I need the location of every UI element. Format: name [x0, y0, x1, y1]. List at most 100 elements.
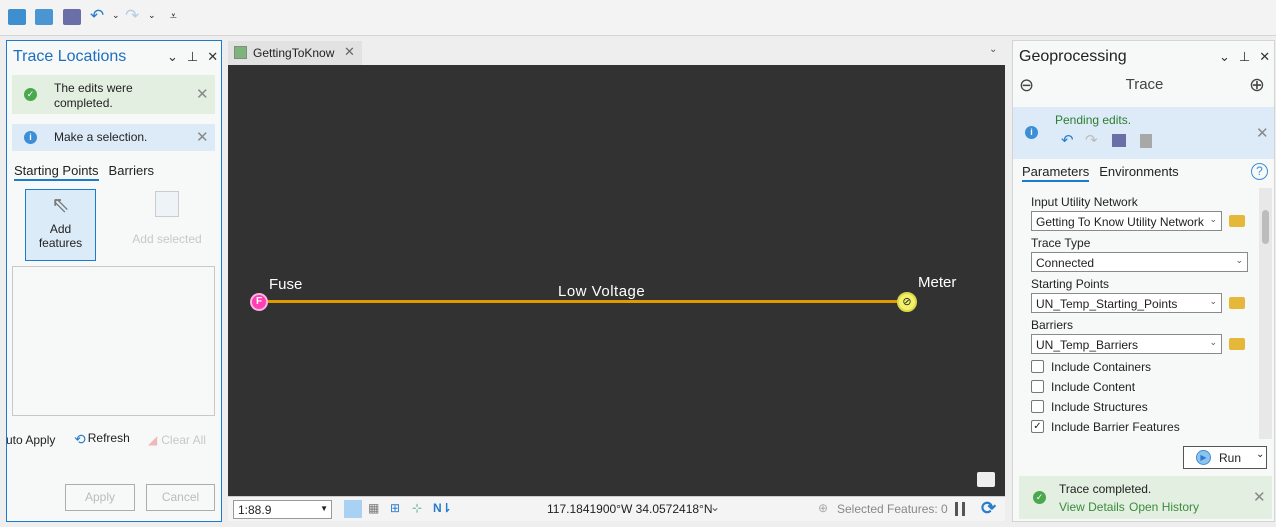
help-icon[interactable]: ? [1251, 163, 1268, 180]
constraints-icon[interactable]: ⊞ [390, 501, 400, 515]
info-icon: i [1025, 126, 1038, 139]
close-icon[interactable]: ✕ [1253, 488, 1266, 506]
message-text: Pending edits. [1055, 113, 1132, 127]
select-value: UN_Temp_Starting_Points [1036, 297, 1178, 311]
close-icon[interactable]: ✕ [344, 44, 355, 60]
pane-title: Geoprocessing [1019, 48, 1127, 65]
add-selected-button[interactable]: Add selected [127, 191, 207, 246]
redo-icon[interactable]: ↷ [1085, 131, 1098, 149]
chevron-down-icon[interactable]: ⌄ [1219, 49, 1230, 65]
view-details-link[interactable]: View Details [1059, 500, 1125, 514]
folder-icon[interactable] [1229, 215, 1245, 227]
open-history-link[interactable]: Open History [1129, 500, 1199, 514]
save-project-icon[interactable] [63, 9, 81, 25]
run-button[interactable]: ▶ Run ⌄ [1183, 446, 1267, 469]
discard-edits-icon[interactable] [1140, 134, 1152, 148]
open-project-icon[interactable] [35, 9, 53, 25]
include-barrier-features-checkbox[interactable]: ✓ [1031, 420, 1044, 433]
message-text: The edits were [54, 81, 133, 95]
quick-access-toolbar: ↶ ⌄ ↷ ⌄ ⩡ [0, 0, 1276, 36]
pin-icon[interactable]: ⊥ [187, 49, 198, 65]
tab-label: GettingToKnow [253, 46, 335, 60]
chevron-down-icon[interactable]: ⌄ [167, 49, 178, 65]
close-icon[interactable]: ✕ [207, 49, 218, 65]
apply-button[interactable]: Apply [65, 484, 135, 511]
save-edits-icon[interactable] [1112, 134, 1126, 147]
add-features-button[interactable]: ⇖ Add features [25, 189, 96, 261]
geoprocessing-pane: Geoprocessing ⌄ ⊥ ✕ ⊖ Trace ⊕ i Pending ed… [1012, 40, 1275, 522]
customize-icon[interactable]: ⩡ [170, 9, 177, 24]
snapping-icon[interactable] [344, 500, 362, 518]
message-text: completed. [54, 96, 113, 110]
tab-barriers[interactable]: Barriers [109, 163, 155, 181]
clear-all-button[interactable]: ◢ Clear All [148, 433, 206, 447]
pending-edits-message: i Pending edits. ↶ ↷ ✕ [1013, 107, 1274, 159]
refresh-button[interactable]: ⟲ Refresh [74, 431, 130, 448]
add-icon[interactable]: ⊕ [1249, 74, 1265, 97]
close-icon[interactable]: ✕ [1259, 49, 1270, 65]
checkbox-label: Include Structures [1051, 400, 1148, 414]
tab-parameters[interactable]: Parameters [1022, 164, 1090, 182]
auto-apply-toggle[interactable]: Auto Apply [7, 433, 55, 447]
scale-value: 1:88.9 [238, 503, 272, 517]
input-utility-network-select[interactable]: Getting To Know Utility Network ⌄ [1031, 211, 1222, 231]
check-circle-icon: ✓ [1033, 491, 1046, 504]
meter-icon[interactable]: ⊘ [897, 292, 917, 312]
select-value: Getting To Know Utility Network [1036, 215, 1204, 229]
pause-icon[interactable] [955, 502, 965, 516]
pane-controls: ⌄ ⊥ ✕ [1219, 49, 1270, 65]
trace-type-select[interactable]: Connected ⌄ [1031, 252, 1248, 272]
field-label: Starting Points [1031, 277, 1110, 291]
scrollbar[interactable] [1259, 188, 1272, 439]
undo-dropdown-icon[interactable]: ⌄ [112, 10, 120, 21]
correction-icon[interactable]: ⊹ [412, 501, 422, 515]
grid-icon[interactable]: ▦ [368, 501, 379, 515]
pane-title: Trace Locations [13, 48, 127, 65]
redo-icon[interactable]: ↷ [125, 6, 139, 26]
button-label: Run [1219, 451, 1242, 465]
refresh-icon: ⟲ [74, 431, 86, 447]
map-tab[interactable]: GettingToKnow ✕ [228, 41, 362, 65]
undo-icon[interactable]: ↶ [90, 6, 104, 26]
pin-icon[interactable]: ⊥ [1239, 49, 1250, 65]
button-label: Add [49, 222, 72, 236]
success-message: ✓ The edits were completed. ✕ [12, 75, 215, 114]
tab-environments[interactable]: Environments [1099, 164, 1178, 182]
starting-points-select[interactable]: UN_Temp_Starting_Points ⌄ [1031, 293, 1222, 313]
trace-completed-message: ✓ Trace completed. View Details Open His… [1019, 476, 1272, 519]
starting-points-list[interactable] [12, 266, 215, 416]
folder-icon[interactable] [1229, 297, 1245, 309]
scrollbar-thumb[interactable] [1262, 210, 1269, 244]
select-value: Connected [1036, 256, 1095, 270]
undo-icon[interactable]: ↶ [1061, 131, 1074, 149]
chevron-down-icon[interactable]: ⌄ [989, 44, 997, 55]
new-project-icon[interactable] [8, 9, 26, 25]
close-icon[interactable]: ✕ [1256, 124, 1269, 142]
low-voltage-line[interactable] [259, 300, 909, 303]
refresh-icon[interactable]: ⟳ [981, 498, 996, 519]
folder-icon[interactable] [1229, 338, 1245, 350]
trace-locations-pane: Trace Locations ⌄ ⊥ ✕ ✓ The edits were com… [6, 40, 222, 522]
barriers-select[interactable]: UN_Temp_Barriers ⌄ [1031, 334, 1222, 354]
fuse-symbol[interactable]: F [250, 293, 268, 311]
close-icon[interactable]: ✕ [196, 85, 209, 103]
line-label: Low Voltage [558, 283, 646, 300]
tab-starting-points[interactable]: Starting Points [14, 163, 99, 181]
include-structures-checkbox[interactable] [1031, 400, 1044, 413]
map-view[interactable]: F Fuse Low Voltage ⊘ Meter [228, 65, 1005, 496]
include-containers-checkbox[interactable] [1031, 360, 1044, 373]
message-text: Trace completed. [1059, 482, 1152, 496]
north-arrow-icon[interactable]: N⇂ [433, 501, 452, 515]
info-icon: i [24, 131, 37, 144]
chevron-down-icon[interactable]: ⌄ [1256, 449, 1264, 460]
include-content-checkbox[interactable] [1031, 380, 1044, 393]
scale-selector[interactable]: 1:88.9 ▼ [233, 500, 332, 519]
chevron-down-icon[interactable]: ⌄ [710, 500, 720, 514]
redo-dropdown-icon[interactable]: ⌄ [148, 10, 156, 21]
play-icon: ▶ [1196, 450, 1211, 465]
selected-features-count[interactable]: Selected Features: 0 [837, 502, 948, 516]
close-icon[interactable]: ✕ [196, 128, 209, 146]
coordinates-readout: 117.1841900°W 34.0572418°N [547, 502, 713, 516]
cancel-button[interactable]: Cancel [146, 484, 215, 511]
map-notes-icon[interactable] [977, 472, 995, 487]
